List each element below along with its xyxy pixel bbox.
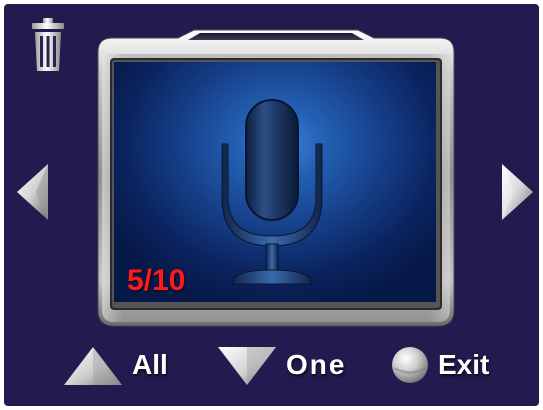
exit-button[interactable]: Exit [390,340,489,390]
round-button-icon [392,347,428,383]
triangle-down-icon [218,347,276,385]
display-screen: 5/10 [114,62,436,302]
one-label: One [286,349,347,380]
microphone-icon [221,99,323,285]
trash-icon[interactable] [28,16,68,74]
all-button[interactable]: All [62,340,168,390]
control-bar: All One Exit [4,340,539,390]
arrow-right-icon[interactable] [496,162,536,222]
all-label: All [132,349,168,380]
triangle-up-icon [64,347,122,385]
exit-label: Exit [438,349,490,380]
one-button[interactable]: One [216,340,346,390]
voice-player-screen: 5/10 All One Exit [4,4,539,406]
recording-counter: 5/10 [127,264,186,297]
arrow-left-icon[interactable] [14,162,54,222]
